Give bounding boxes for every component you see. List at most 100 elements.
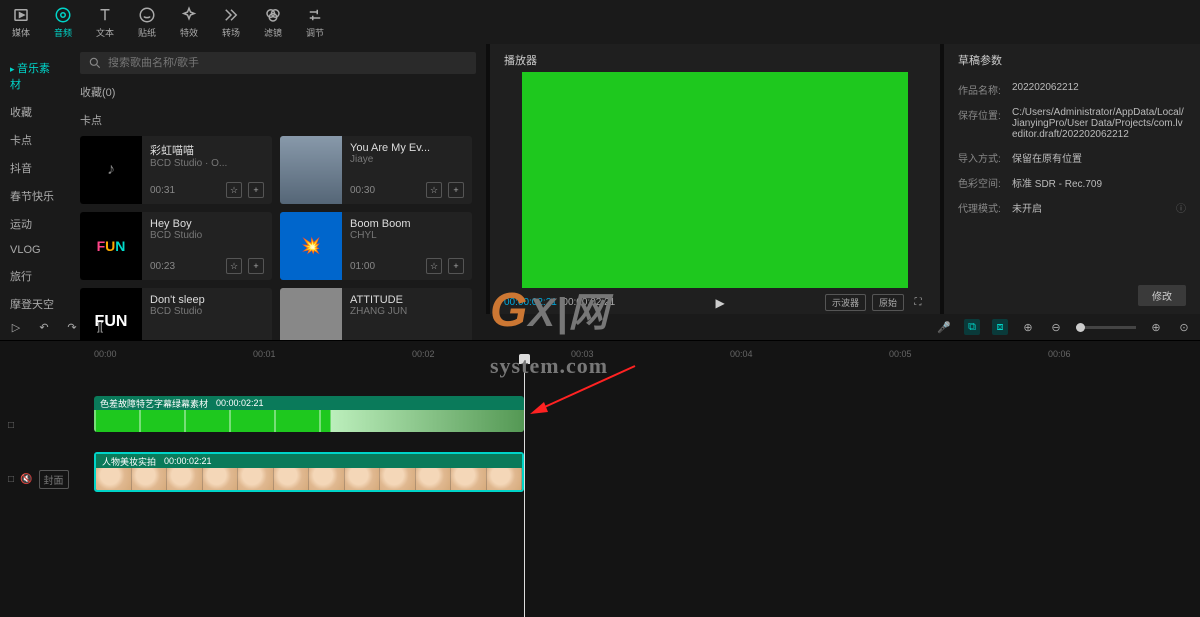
tool-filter[interactable]: 滤镜 (252, 0, 294, 44)
music-artist: ZHANG JUN (350, 306, 464, 317)
track-toggle-icon[interactable]: □ (8, 420, 14, 431)
music-card[interactable]: FUN Hey BoyBCD Studio00:23☆+ (80, 212, 272, 280)
magnet-icon[interactable]: ⧉ (964, 319, 980, 335)
fav-icon[interactable]: ☆ (226, 258, 242, 274)
time-total: 00:00:02:21 (562, 297, 615, 308)
info-icon[interactable]: ⓘ (1176, 200, 1186, 215)
mic-icon[interactable]: 🎤 (936, 319, 952, 335)
clip-green[interactable]: 色差故障特艺字幕绿幕素材00:00:02:21 (94, 396, 524, 432)
draft-key: 作品名称: (958, 82, 1012, 97)
zoom-in-icon[interactable]: ⊕ (1148, 319, 1164, 335)
original-button[interactable]: 原始 (872, 294, 904, 311)
search-box[interactable] (80, 52, 476, 74)
clip-people[interactable]: 人物美妆实拍00:00:02:21 (94, 452, 524, 492)
sidebar-sport[interactable]: 运动 (0, 210, 70, 238)
fav-icon[interactable]: ☆ (226, 182, 242, 198)
tool-effect[interactable]: 特效 (168, 0, 210, 44)
split-icon[interactable]: ][ (92, 319, 108, 335)
draft-key: 保存位置: (958, 107, 1012, 140)
add-icon[interactable]: + (448, 258, 464, 274)
add-icon[interactable]: + (448, 182, 464, 198)
search-input[interactable] (108, 57, 468, 69)
music-artist: CHYL (350, 230, 464, 241)
draft-key: 代理模式: (958, 200, 1012, 215)
draft-value: 保留在原有位置 (1012, 150, 1186, 165)
ruler-tick: 00:02 (412, 349, 435, 359)
music-library-panel: 音乐素材 收藏 卡点 抖音 春节快乐 运动 VLOG 旅行 摩登天空 收藏(0)… (0, 44, 486, 314)
fav-icon[interactable]: ☆ (426, 182, 442, 198)
music-card[interactable]: You Are My Ev...Jiaye00:30☆+ (280, 136, 472, 204)
music-title: Hey Boy (150, 218, 264, 230)
draft-key: 导入方式: (958, 150, 1012, 165)
fav-icon[interactable]: ☆ (426, 258, 442, 274)
sidebar-douyin[interactable]: 抖音 (0, 154, 70, 182)
link-icon[interactable]: ⧈ (992, 319, 1008, 335)
music-title: Don't sleep (150, 294, 264, 306)
music-artist: BCD Studio (150, 230, 264, 241)
preview-axis-icon[interactable]: ⊕ (1020, 319, 1036, 335)
music-thumb (280, 136, 342, 204)
mute-icon[interactable]: 🔇 (20, 474, 32, 485)
music-thumb: ♪ (80, 136, 142, 204)
draft-value: 未开启 (1012, 200, 1168, 215)
sidebar-fav[interactable]: 收藏 (0, 98, 70, 126)
add-icon[interactable]: + (248, 182, 264, 198)
search-icon (88, 56, 102, 70)
music-artist: BCD Studio (150, 306, 264, 317)
tool-audio[interactable]: 音频 (42, 0, 84, 44)
draft-value: 标准 SDR - Rec.709 (1012, 175, 1186, 190)
sidebar-spring[interactable]: 春节快乐 (0, 182, 70, 210)
ruler-tick: 00:01 (253, 349, 276, 359)
sidebar-travel[interactable]: 旅行 (0, 262, 70, 290)
tool-transition[interactable]: 转场 (210, 0, 252, 44)
zoom-slider[interactable] (1076, 326, 1136, 329)
sidebar-music[interactable]: 音乐素材 (0, 54, 70, 98)
music-thumb: FUN (80, 212, 142, 280)
draft-panel: 草稿参数 作品名称:202202062212 保存位置:C:/Users/Adm… (944, 44, 1200, 314)
ruler-tick: 00:03 (571, 349, 594, 359)
sidebar-vlog[interactable]: VLOG (0, 238, 70, 262)
music-title: You Are My Ev... (350, 142, 464, 154)
redo-icon[interactable]: ↷ (64, 319, 80, 335)
music-duration: 01:00 (350, 261, 375, 272)
playhead[interactable] (524, 360, 525, 617)
tool-media[interactable]: 媒体 (0, 0, 42, 44)
clip-name: 人物美妆实拍 (102, 455, 156, 468)
tool-sticker[interactable]: 贴纸 (126, 0, 168, 44)
add-icon[interactable]: + (248, 258, 264, 274)
track-toggle-icon[interactable]: □ (8, 474, 14, 485)
sidebar-modern[interactable]: 摩登天空 (0, 290, 70, 318)
selection-tool-icon[interactable]: ▷ (8, 319, 24, 335)
ruler-tick: 00:00 (94, 349, 117, 359)
draft-title: 草稿参数 (958, 52, 1186, 68)
undo-icon[interactable]: ↶ (36, 319, 52, 335)
collect-count: 收藏(0) (80, 84, 476, 100)
music-title: ATTITUDE (350, 294, 464, 306)
music-duration: 00:30 (350, 185, 375, 196)
tool-adjust[interactable]: 调节 (294, 0, 336, 44)
music-artist: BCD Studio · O... (150, 158, 264, 169)
cover-button[interactable]: 封面 (39, 470, 69, 489)
tool-text[interactable]: 文本 (84, 0, 126, 44)
zoom-fit-icon[interactable]: ⊙ (1176, 319, 1192, 335)
ruler-tick: 00:04 (730, 349, 753, 359)
scope-button[interactable]: 示波器 (825, 294, 866, 311)
preview-area[interactable] (504, 72, 926, 288)
draft-value: C:/Users/Administrator/AppData/Local/Jia… (1012, 107, 1186, 140)
music-card[interactable]: ♪ 彩虹喵喵BCD Studio · O...00:31☆+ (80, 136, 272, 204)
music-duration: 00:31 (150, 185, 175, 196)
play-button[interactable]: ▶ (715, 296, 724, 310)
player-title: 播放器 (504, 52, 926, 68)
ruler-tick: 00:06 (1048, 349, 1071, 359)
music-card[interactable]: 💥 Boom BoomCHYL01:00☆+ (280, 212, 472, 280)
modify-button[interactable]: 修改 (1138, 285, 1186, 306)
sidebar-kadian[interactable]: 卡点 (0, 126, 70, 154)
section-title: 卡点 (80, 112, 476, 128)
zoom-out-icon[interactable]: ⊖ (1048, 319, 1064, 335)
timeline[interactable]: □ 色差故障特艺字幕绿幕素材00:00:02:21 □ 🔇 封面 人物美妆实拍0… (0, 360, 1200, 617)
draft-key: 色彩空间: (958, 175, 1012, 190)
ruler-tick: 00:05 (889, 349, 912, 359)
timeline-ruler[interactable]: 00:00 00:01 00:02 00:03 00:04 00:05 00:0… (0, 340, 1200, 360)
clip-duration: 00:00:02:21 (216, 398, 264, 408)
fullscreen-icon[interactable]: ⛶ (910, 295, 926, 311)
